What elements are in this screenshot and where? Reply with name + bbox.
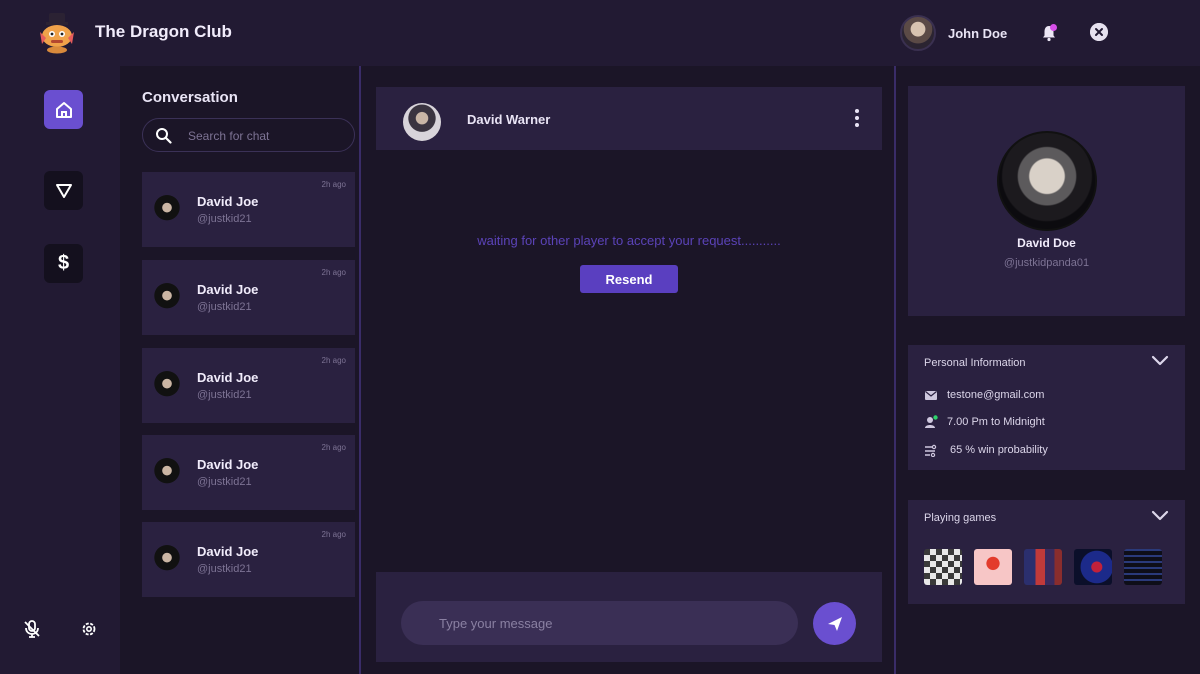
more-options-icon[interactable] [853, 109, 861, 129]
game-thumbnail-chess[interactable] [924, 549, 962, 585]
profile-card: David Doe @justkidpanda01 [908, 86, 1185, 316]
mic-off-icon[interactable] [22, 619, 42, 639]
profile-handle: @justkidpanda01 [1003, 257, 1090, 269]
playing-games-card: Playing games [908, 500, 1185, 604]
conversation-time: 2h ago [321, 268, 346, 277]
panel-divider [894, 66, 896, 674]
chevron-down-icon[interactable] [1151, 510, 1169, 522]
contact-name[interactable]: David Warner [467, 112, 550, 127]
conversation-handle: @justkid21 [197, 563, 252, 575]
conversation-handle: @justkid21 [197, 389, 252, 401]
game-thumbnail-mario[interactable] [974, 549, 1012, 585]
avatar [153, 195, 181, 223]
chat-header: David Warner [376, 87, 882, 150]
availability-text: 7.00 Pm to Midnight [947, 416, 1045, 428]
conversation-time: 2h ago [321, 356, 346, 365]
dragon-logo-icon[interactable] [36, 12, 78, 54]
conversation-name: David Joe [197, 457, 259, 472]
send-icon [827, 616, 842, 631]
search-box[interactable] [142, 118, 355, 152]
conversation-name: David Joe [197, 544, 259, 559]
search-icon [156, 128, 172, 144]
personal-information-title: Personal Information [924, 357, 1026, 369]
conversation-item[interactable]: David Joe @justkid21 2h ago [142, 522, 355, 597]
nav-home-button[interactable] [44, 90, 83, 129]
search-input[interactable] [188, 126, 338, 146]
nav-dollar-button[interactable]: $ [44, 244, 83, 283]
game-thumbnail-keyboard[interactable] [1124, 549, 1162, 585]
top-bar: The Dragon Club John Doe [0, 0, 1200, 66]
game-thumbnail-fighters[interactable] [1024, 549, 1062, 585]
conversation-time: 2h ago [321, 443, 346, 452]
send-button[interactable] [813, 602, 856, 645]
game-thumbnail-spider[interactable] [1074, 549, 1112, 585]
avatar [153, 545, 181, 573]
notification-dot [1050, 24, 1057, 31]
win-probability-text: 65 % win probability [950, 444, 1048, 456]
avatar [153, 371, 181, 399]
conversation-item[interactable]: David Joe @justkid21 2h ago [142, 260, 355, 335]
app-title: The Dragon Club [95, 22, 232, 41]
conversation-title: Conversation [142, 89, 238, 106]
profile-name: David Doe [1017, 236, 1076, 250]
resend-button[interactable]: Resend [580, 265, 678, 293]
avatar [153, 458, 181, 486]
left-sidebar: $ [0, 66, 120, 674]
mail-icon [925, 391, 937, 400]
user-avatar[interactable] [900, 15, 936, 51]
home-icon [55, 101, 72, 118]
contact-avatar[interactable] [403, 103, 441, 141]
playing-games-title: Playing games [924, 512, 997, 524]
chart-icon [925, 444, 937, 457]
message-input[interactable] [401, 601, 798, 645]
gear-icon[interactable] [80, 620, 98, 638]
conversation-name: David Joe [197, 194, 259, 209]
triangle-icon [55, 183, 72, 198]
personal-information-card: Personal Information testone@gmail.com 7… [908, 345, 1185, 470]
conversation-item[interactable]: David Joe @justkid21 2h ago [142, 172, 355, 247]
conversation-handle: @justkid21 [197, 301, 252, 313]
conversation-time: 2h ago [321, 530, 346, 539]
conversation-item[interactable]: David Joe @justkid21 2h ago [142, 435, 355, 510]
chevron-down-icon[interactable] [1151, 355, 1169, 367]
message-composer [376, 572, 882, 662]
dollar-icon: $ [57, 252, 70, 274]
conversation-time: 2h ago [321, 180, 346, 189]
user-online-icon [925, 415, 938, 428]
conversation-handle: @justkid21 [197, 476, 252, 488]
waiting-message: waiting for other player to accept your … [477, 233, 781, 248]
conversation-name: David Joe [197, 370, 259, 385]
nav-triangle-button[interactable] [44, 171, 83, 210]
profile-photo [997, 131, 1097, 231]
user-name[interactable]: John Doe [948, 26, 1007, 41]
conversation-handle: @justkid21 [197, 213, 252, 225]
close-icon[interactable] [1090, 23, 1108, 41]
panel-divider [359, 66, 361, 674]
conversation-item[interactable]: David Joe @justkid21 2h ago [142, 348, 355, 423]
conversation-name: David Joe [197, 282, 259, 297]
conversation-panel: Conversation David Joe @justkid21 2h ago… [120, 66, 360, 674]
email-text: testone@gmail.com [947, 389, 1045, 401]
avatar [153, 283, 181, 311]
